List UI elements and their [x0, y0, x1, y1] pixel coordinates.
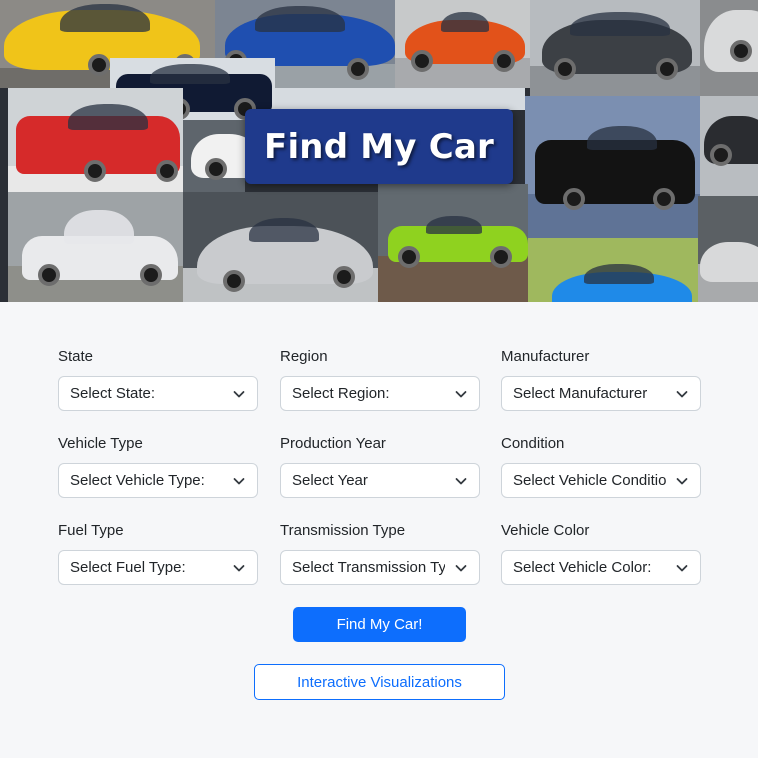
vehicle-type-label: Vehicle Type: [58, 435, 143, 452]
chevron-down-icon: [676, 565, 688, 572]
production-year-label: Production Year: [280, 435, 386, 452]
chevron-down-icon: [233, 478, 245, 485]
region-select[interactable]: Select Region:: [280, 376, 480, 411]
transmission-type-select-value: Select Transmission Type: [292, 559, 445, 576]
car-photo-red-rally: [8, 88, 183, 192]
vehicle-color-label: Vehicle Color: [501, 522, 590, 539]
car-photo-black-muscle: [525, 96, 700, 238]
car-photo-silver-edge: [700, 0, 758, 96]
car-photo-white-lambo: [8, 192, 183, 302]
fuel-type-select-value: Select Fuel Type:: [70, 559, 186, 576]
chevron-down-icon: [455, 565, 467, 572]
vehicle-type-select-value: Select Vehicle Type:: [70, 472, 205, 489]
car-photo-silver-bmw: [698, 196, 758, 302]
manufacturer-select-value: Select Manufacturer: [513, 385, 648, 402]
hero-collage: Find My Car: [0, 0, 758, 302]
interactive-visualizations-button[interactable]: Interactive Visualizations: [254, 664, 505, 700]
manufacturer-select[interactable]: Select Manufacturer: [501, 376, 701, 411]
car-photo-buildings: [275, 88, 525, 110]
hero-title-banner: Find My Car: [245, 109, 513, 184]
condition-field: Condition Select Vehicle Condition: [501, 433, 701, 498]
transmission-type-select[interactable]: Select Transmission Type: [280, 550, 480, 585]
state-field: State Select State:: [58, 346, 258, 411]
chevron-down-icon: [455, 478, 467, 485]
manufacturer-field: Manufacturer Select Manufacturer: [501, 346, 701, 411]
chevron-down-icon: [233, 565, 245, 572]
transmission-type-label: Transmission Type: [280, 522, 406, 539]
car-photo-gray-wagon: [530, 0, 700, 96]
form-row: Vehicle Type Select Vehicle Type: Produc…: [58, 433, 701, 503]
chevron-down-icon: [233, 391, 245, 398]
production-year-field: Production Year Select Year: [280, 433, 480, 498]
manufacturer-label: Manufacturer: [501, 348, 590, 365]
state-select[interactable]: Select State:: [58, 376, 258, 411]
find-my-car-button[interactable]: Find My Car!: [293, 607, 466, 642]
vehicle-color-select-value: Select Vehicle Color:: [513, 559, 652, 576]
car-photo-orange-supercar: [395, 0, 530, 88]
car-photo-silver-porsche: [183, 192, 378, 302]
fuel-type-field: Fuel Type Select Fuel Type:: [58, 520, 258, 585]
production-year-select-value: Select Year: [292, 472, 368, 489]
condition-label: Condition: [501, 435, 565, 452]
condition-select[interactable]: Select Vehicle Condition: [501, 463, 701, 498]
chevron-down-icon: [676, 391, 688, 398]
form-row: State Select State: Region Select Region…: [58, 346, 701, 416]
region-label: Region: [280, 348, 328, 365]
region-field: Region Select Region:: [280, 346, 480, 411]
state-label: State: [58, 348, 94, 365]
car-photo-dark-sedan: [700, 96, 758, 196]
vehicle-color-select[interactable]: Select Vehicle Color:: [501, 550, 701, 585]
region-select-value: Select Region:: [292, 385, 390, 402]
chevron-down-icon: [676, 478, 688, 485]
vehicle-type-select[interactable]: Select Vehicle Type:: [58, 463, 258, 498]
vehicle-type-field: Vehicle Type Select Vehicle Type:: [58, 433, 258, 498]
car-photo-green-muscle: [378, 184, 528, 302]
fuel-type-label: Fuel Type: [58, 522, 124, 539]
chevron-down-icon: [455, 391, 467, 398]
car-photo-blue-hatch: [528, 238, 698, 302]
form-row: Fuel Type Select Fuel Type: Transmission…: [58, 520, 701, 590]
condition-select-value: Select Vehicle Condition: [513, 472, 666, 489]
state-select-value: Select State:: [70, 385, 156, 402]
vehicle-color-field: Vehicle Color Select Vehicle Color:: [501, 520, 701, 585]
fuel-type-select[interactable]: Select Fuel Type:: [58, 550, 258, 585]
production-year-select[interactable]: Select Year: [280, 463, 480, 498]
transmission-type-field: Transmission Type Select Transmission Ty…: [280, 520, 480, 585]
page-title: Find My Car: [264, 126, 494, 167]
car-photo-white-coupe: [183, 120, 245, 192]
